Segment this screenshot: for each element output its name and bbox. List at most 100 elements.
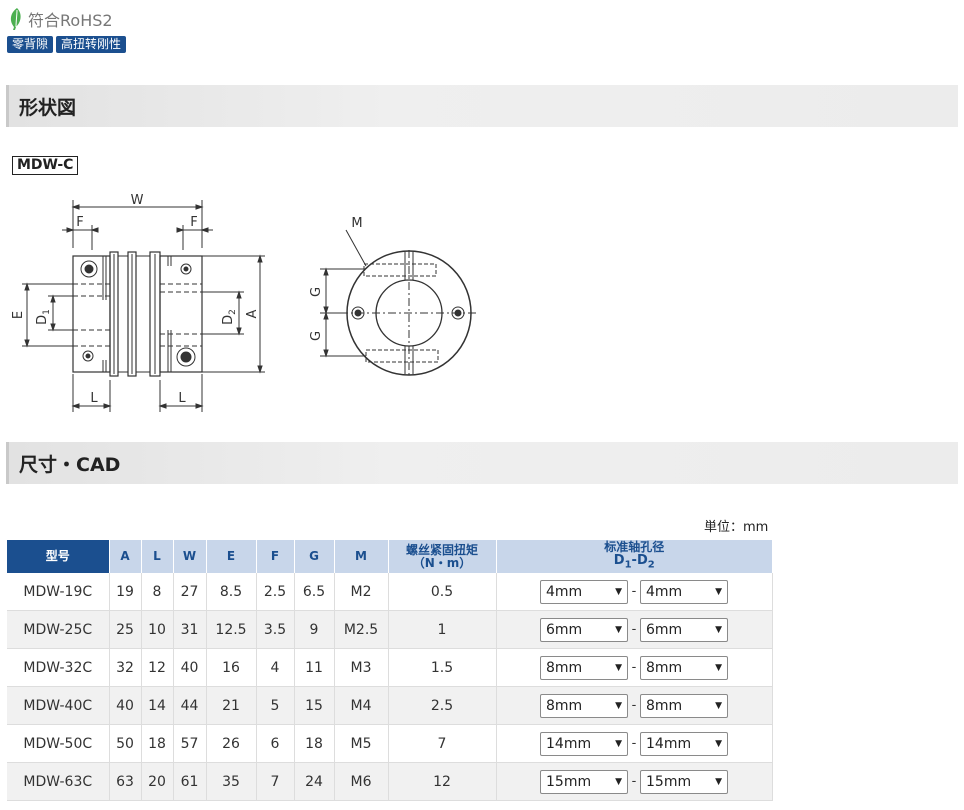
cell-torque: 1 — [388, 610, 497, 649]
cell-f: 3.5 — [256, 610, 295, 649]
cell-model: MDW-25C — [7, 610, 110, 649]
cell-model: MDW-19C — [7, 573, 110, 611]
cell-w: 61 — [173, 762, 207, 801]
bore-d1-value: 8mm — [546, 697, 583, 714]
cell-model: MDW-32C — [7, 648, 110, 687]
col-header-torque: 螺丝紧固扭矩 （N・m） — [388, 540, 497, 573]
label-g-bottom: G — [309, 331, 324, 341]
cell-e: 35 — [206, 762, 257, 801]
col-header-bore: 标准轴孔径 D1-D2 — [496, 540, 772, 573]
cell-w: 40 — [173, 648, 207, 687]
table-row: MDW-63C 63 20 61 35 7 24 M6 12 15mm ▼ - … — [7, 762, 773, 801]
cell-w: 57 — [173, 724, 207, 763]
label-d2: D2 — [221, 309, 238, 325]
cell-l: 18 — [141, 724, 174, 763]
chevron-down-icon: ▼ — [615, 700, 622, 711]
bore-d1-value: 8mm — [546, 659, 583, 676]
col-header-model: 型号 — [7, 540, 110, 573]
col-header-bore-line2: D1-D2 — [613, 553, 655, 571]
bore-d1-value: 4mm — [546, 583, 583, 600]
bore-d2-value: 8mm — [646, 697, 683, 714]
section-header-dims-cad: 尺寸・CAD — [6, 442, 958, 484]
col-header-m: M — [334, 540, 389, 573]
cell-e: 16 — [206, 648, 257, 687]
bore-d1-select[interactable]: 6mm ▼ — [540, 617, 628, 642]
badge-high-torsional-rigidity: 高扭转刚性 — [56, 36, 127, 53]
cell-w: 31 — [173, 610, 207, 649]
bore-d1-select[interactable]: 4mm ▼ — [540, 579, 628, 604]
cell-e: 21 — [206, 686, 257, 725]
bore-d2-select[interactable]: 4mm ▼ — [640, 579, 728, 604]
cell-g: 15 — [294, 686, 335, 725]
cell-bore: 8mm ▼ - 8mm ▼ — [496, 648, 773, 687]
table-header-row: 型号 A L W E F G M 螺丝紧固扭矩 （N・m） 标准轴孔径 D1-D… — [7, 540, 772, 573]
cell-torque: 2.5 — [388, 686, 497, 725]
cell-l: 10 — [141, 610, 174, 649]
chevron-down-icon: ▼ — [715, 662, 722, 673]
cell-e: 8.5 — [206, 573, 257, 611]
cell-l: 20 — [141, 762, 174, 801]
cell-bore: 15mm ▼ - 15mm ▼ — [496, 762, 773, 801]
cell-m: M2.5 — [334, 610, 389, 649]
cell-g: 18 — [294, 724, 335, 763]
bore-d1-select[interactable]: 8mm ▼ — [540, 655, 628, 680]
cell-a: 25 — [109, 610, 142, 649]
cell-f: 6 — [256, 724, 295, 763]
chevron-down-icon: ▼ — [715, 586, 722, 597]
cell-l: 14 — [141, 686, 174, 725]
bore-d1-select[interactable]: 14mm ▼ — [540, 731, 628, 756]
col-header-torque-line2: （N・m） — [412, 555, 472, 570]
cell-torque: 7 — [388, 724, 497, 763]
cell-g: 9 — [294, 610, 335, 649]
chevron-down-icon: ▼ — [715, 776, 722, 787]
cell-torque: 1.5 — [388, 648, 497, 687]
cell-torque: 12 — [388, 762, 497, 801]
section-header-shape: 形状図 — [6, 85, 958, 127]
cell-model: MDW-63C — [7, 762, 110, 801]
bore-separator: - — [631, 698, 637, 713]
feature-badges: 零背隙 高扭转刚性 — [7, 36, 127, 53]
bore-d1-value: 15mm — [546, 773, 592, 790]
bore-d2-select[interactable]: 15mm ▼ — [640, 769, 728, 794]
table-row: MDW-19C 19 8 27 8.5 2.5 6.5 M2 0.5 4mm ▼… — [7, 573, 773, 611]
bore-d2-select[interactable]: 14mm ▼ — [640, 731, 728, 756]
cell-g: 24 — [294, 762, 335, 801]
model-label: MDW-C — [12, 156, 79, 175]
rohs-label: 符合RoHS2 — [8, 6, 113, 32]
bore-d2-select[interactable]: 8mm ▼ — [640, 655, 728, 680]
bore-d1-select[interactable]: 8mm ▼ — [540, 693, 628, 718]
label-w: W — [131, 193, 144, 208]
bore-d1-select[interactable]: 15mm ▼ — [540, 769, 628, 794]
spec-table: 型号 A L W E F G M 螺丝紧固扭矩 （N・m） 标准轴孔径 D1-D… — [7, 540, 773, 801]
cell-bore: 8mm ▼ - 8mm ▼ — [496, 686, 773, 725]
section-title-shape: 形状図 — [19, 97, 77, 119]
cell-model: MDW-40C — [7, 686, 110, 725]
col-header-g: G — [294, 540, 335, 573]
table-row: MDW-25C 25 10 31 12.5 3.5 9 M2.5 1 6mm ▼… — [7, 610, 773, 649]
cell-f: 7 — [256, 762, 295, 801]
col-header-a: A — [109, 540, 142, 573]
cell-m: M3 — [334, 648, 389, 687]
cell-m: M4 — [334, 686, 389, 725]
chevron-down-icon: ▼ — [615, 586, 622, 597]
bore-d2-select[interactable]: 6mm ▼ — [640, 617, 728, 642]
cell-bore: 14mm ▼ - 14mm ▼ — [496, 724, 773, 763]
table-row: MDW-40C 40 14 44 21 5 15 M4 2.5 8mm ▼ - … — [7, 686, 773, 725]
col-header-f: F — [256, 540, 295, 573]
cell-m: M2 — [334, 573, 389, 611]
cell-m: M5 — [334, 724, 389, 763]
label-f-left: F — [76, 215, 83, 230]
bore-d2-value: 4mm — [646, 583, 683, 600]
cell-a: 19 — [109, 573, 142, 611]
label-a: A — [245, 309, 260, 318]
cell-e: 26 — [206, 724, 257, 763]
chevron-down-icon: ▼ — [615, 776, 622, 787]
cell-a: 40 — [109, 686, 142, 725]
label-l-right: L — [178, 391, 186, 406]
bore-d2-select[interactable]: 8mm ▼ — [640, 693, 728, 718]
label-d1: D1 — [35, 309, 52, 325]
cell-f: 5 — [256, 686, 295, 725]
bore-separator: - — [631, 622, 637, 637]
chevron-down-icon: ▼ — [715, 700, 722, 711]
cell-torque: 0.5 — [388, 573, 497, 611]
